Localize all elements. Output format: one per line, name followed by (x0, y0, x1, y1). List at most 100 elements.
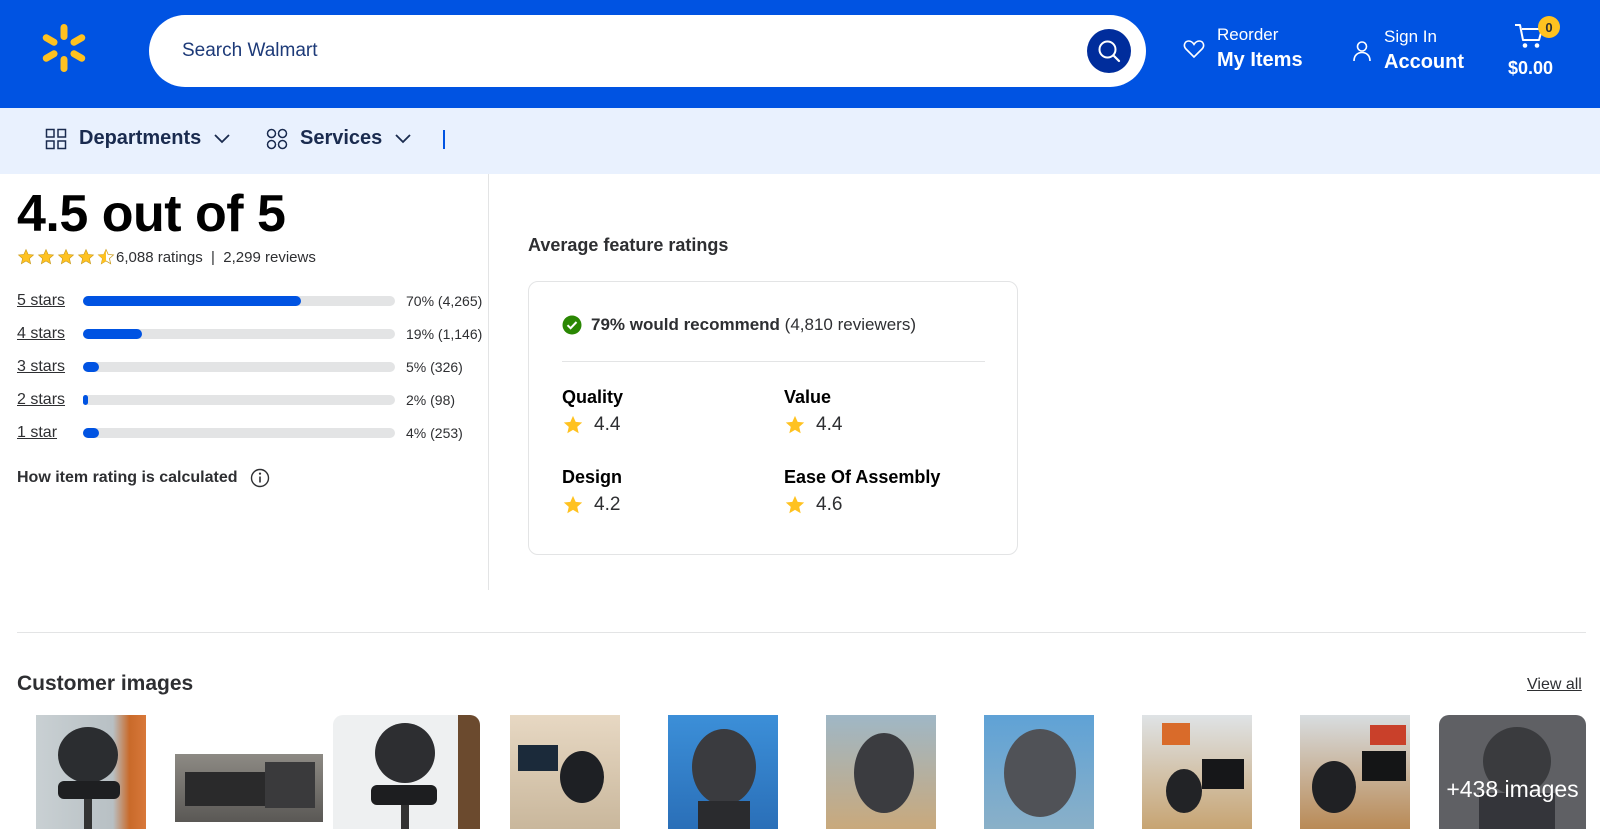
overall-star-rating (17, 248, 115, 266)
section-divider (17, 632, 1586, 633)
rating-bar-label[interactable]: 4 stars (17, 325, 83, 343)
feature-value: 4.4 (816, 414, 843, 435)
view-all-link[interactable]: View all (1527, 676, 1582, 694)
rating-bar-percent: 5% (326) (406, 359, 463, 375)
sign-in-account-link[interactable]: Sign In Account (1352, 26, 1464, 76)
star-full-icon (77, 248, 95, 265)
walmart-spark-logo[interactable] (38, 22, 90, 74)
secondary-nav: Departments Services (0, 108, 1600, 174)
star-icon (563, 415, 583, 434)
customer-images-title: Customer images (17, 672, 194, 695)
search-icon (1098, 40, 1121, 63)
services-icon (266, 128, 288, 149)
customer-image-9[interactable] (1300, 715, 1410, 829)
star-icon (785, 495, 805, 514)
cart-total: $0.00 (1508, 58, 1554, 78)
departments-label: Departments (79, 127, 202, 149)
rating-bar-fill (83, 395, 88, 405)
rating-bar-fill (83, 428, 99, 438)
reorder-my-items-link[interactable]: Reorder My Items (1183, 24, 1303, 74)
rating-bar-label[interactable]: 2 stars (17, 391, 83, 409)
feature-design: Design 4.2 (562, 467, 622, 516)
star-full-icon (57, 248, 75, 265)
rating-bar-percent: 2% (98) (406, 392, 456, 408)
search-input[interactable] (182, 40, 1042, 62)
departments-menu[interactable]: Departments (45, 127, 231, 150)
check-circle-icon (562, 315, 582, 335)
feature-ratings-title: Average feature ratings (528, 235, 729, 255)
account-label: Account (1384, 51, 1464, 73)
more-images-label: +438 images (1446, 776, 1579, 802)
rating-bar-label[interactable]: 3 stars (17, 358, 83, 376)
star-full-icon (37, 248, 55, 265)
rating-bar-fill (83, 329, 143, 339)
rating-bar-row[interactable]: 1 star 4% (253) (17, 420, 487, 446)
feature-value: 4.4 (594, 414, 621, 435)
recommend-summary: 79% would recommend (4,810 reviewers) (562, 315, 916, 335)
rating-bar-percent: 19% (1,146) (406, 326, 483, 342)
customer-image-3[interactable] (333, 715, 480, 829)
chevron-down-icon (395, 133, 411, 143)
rating-bar-track (83, 329, 395, 339)
services-menu[interactable]: Services (266, 127, 412, 150)
rating-bar-track (83, 428, 395, 438)
feature-ratings-card: 79% would recommend (4,810 reviewers) Qu… (528, 281, 1018, 555)
column-divider (488, 174, 489, 590)
info-icon[interactable] (250, 468, 270, 488)
user-icon (1353, 41, 1371, 62)
rating-bar-fill (83, 296, 302, 306)
rating-bar-track (83, 395, 395, 405)
rating-bar-row[interactable]: 5 stars 70% (4,265) (17, 288, 487, 314)
rating-bar-track (83, 296, 395, 306)
more-images-tile[interactable]: +438 images (1439, 715, 1586, 829)
heart-icon (1183, 40, 1205, 59)
feature-quality: Quality 4.4 (562, 387, 623, 436)
nav-divider (443, 130, 445, 149)
feature-ease-of-assembly: Ease Of Assembly 4.6 (784, 467, 940, 516)
customer-image-2[interactable] (175, 754, 323, 822)
how-rating-calculated-label: How item rating is calculated (17, 469, 238, 486)
star-half-icon (97, 248, 115, 265)
chevron-down-icon (214, 133, 230, 143)
customer-image-5[interactable] (668, 715, 778, 829)
star-icon (563, 495, 583, 514)
rating-bar-percent: 70% (4,265) (406, 293, 483, 309)
my-items-label: My Items (1217, 49, 1303, 71)
feature-value: 4.6 (816, 494, 843, 515)
how-rating-calculated-link[interactable]: How item rating is calculated (17, 468, 270, 488)
feature-name: Quality (562, 387, 624, 407)
rating-bar-row[interactable]: 4 stars 19% (1,146) (17, 321, 487, 347)
recommend-percent: 79% would recommend (591, 315, 780, 334)
rating-bar-row[interactable]: 2 stars 2% (98) (17, 387, 487, 413)
feature-name: Design (562, 467, 623, 487)
customer-image-8[interactable] (1142, 715, 1252, 829)
cart-count-badge: 0 (1538, 16, 1560, 38)
rating-bar-row[interactable]: 3 stars 5% (326) (17, 354, 487, 380)
feature-name: Value (784, 387, 832, 407)
rating-bar-track (83, 362, 395, 372)
search-bar (149, 15, 1146, 87)
recommend-reviewers: (4,810 reviewers) (779, 315, 916, 334)
customer-image-6[interactable] (826, 715, 936, 829)
reorder-label: Reorder (1217, 25, 1279, 44)
rating-bar-percent: 4% (253) (406, 425, 463, 441)
search-button[interactable] (1087, 29, 1131, 73)
services-label: Services (300, 127, 383, 149)
customer-image-4[interactable] (510, 715, 620, 829)
cart-button[interactable]: 0 $0.00 (1508, 16, 1568, 88)
sign-in-label: Sign In (1384, 27, 1437, 46)
overall-rating-heading: 4.5 out of 5 (17, 185, 286, 243)
rating-review-counts: 6,088 ratings | 2,299 reviews (116, 249, 316, 266)
star-icon (785, 415, 805, 434)
card-divider (562, 361, 985, 362)
feature-value-rating: Value 4.4 (784, 387, 842, 436)
rating-bar-label[interactable]: 5 stars (17, 292, 83, 310)
customer-image-7[interactable] (984, 715, 1094, 829)
top-header: Reorder My Items Sign In Account 0 $0.00 (0, 0, 1600, 108)
grid-icon (45, 128, 67, 149)
rating-bar-label[interactable]: 1 star (17, 424, 83, 442)
star-full-icon (17, 248, 35, 265)
feature-value: 4.2 (594, 494, 621, 515)
customer-image-1[interactable] (36, 715, 146, 829)
rating-bar-fill (83, 362, 99, 372)
